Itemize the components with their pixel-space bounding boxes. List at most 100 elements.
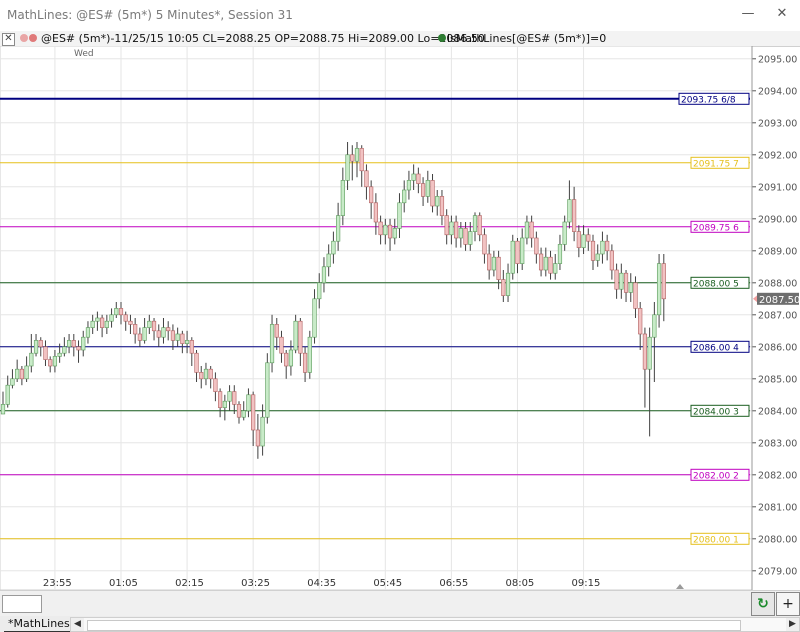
- candle-body: [638, 308, 643, 335]
- candle-body: [373, 202, 378, 223]
- candle-body: [458, 228, 463, 239]
- candle-body: [605, 240, 610, 252]
- scroll-right-icon[interactable]: ▶: [786, 618, 799, 631]
- candle-body: [345, 154, 350, 181]
- status-line: ✕ @ES# (5m*)-11/25/15 10:05 CL=2088.25 O…: [0, 31, 800, 47]
- close-icon[interactable]: ✕: [2, 33, 15, 46]
- candle-body: [81, 336, 86, 351]
- price-chart[interactable]: 2079.00 2080.00 2081.00 2082.00 2083.00 2084.…: [0, 45, 800, 591]
- candle-body: [572, 199, 577, 232]
- candle-body: [444, 215, 449, 236]
- chart-navigator-box[interactable]: [2, 595, 42, 613]
- candle-body: [553, 263, 558, 274]
- candle-body: [260, 416, 265, 447]
- candle-body: [435, 196, 440, 207]
- time-axis-label: 08:05: [505, 578, 534, 589]
- candle-body: [66, 340, 72, 348]
- math-line-label: 2082.00 2: [693, 471, 739, 481]
- price-axis-label: 2082.00: [758, 470, 797, 481]
- candle-body: [265, 362, 270, 418]
- candle-body: [557, 244, 563, 264]
- candle-body: [156, 330, 161, 338]
- candle-body: [534, 237, 539, 255]
- candle-body: [208, 368, 213, 380]
- candle-body: [586, 234, 591, 242]
- price-axis-label: 2083.00: [758, 438, 797, 449]
- time-axis-label: 09:15: [572, 578, 601, 589]
- bottom-toolbar: ↻ + *MathLines ◀ ▶: [0, 590, 800, 632]
- candle-body: [48, 359, 53, 367]
- candle-body: [62, 346, 67, 354]
- candle-body: [33, 340, 39, 354]
- candle-body: [510, 240, 515, 274]
- candle-body: [118, 308, 124, 316]
- candle-body: [642, 333, 648, 370]
- candle-body: [420, 183, 426, 197]
- candle-body: [491, 256, 496, 271]
- scroll-thumb[interactable]: [87, 620, 741, 631]
- candle-body: [0, 404, 6, 415]
- candle-body: [652, 314, 657, 338]
- minimize-button[interactable]: —: [738, 4, 758, 24]
- candle-body: [10, 378, 15, 386]
- candle-body: [15, 368, 20, 380]
- refresh-icon[interactable]: ↻: [751, 592, 775, 616]
- symbol-status-dot: [29, 34, 37, 42]
- candle[interactable]: [265, 353, 270, 424]
- candle-body: [402, 189, 407, 204]
- candle-body: [463, 228, 468, 245]
- tab-row: *MathLines ◀ ▶: [0, 616, 800, 632]
- candle-body: [170, 330, 176, 341]
- math-line-label: 2088.00 5: [693, 279, 739, 289]
- candle-body: [336, 215, 341, 242]
- price-axis-label: 2084.00: [758, 406, 797, 417]
- price-axis-label: 2091.00: [758, 182, 797, 193]
- candle-body: [128, 320, 133, 325]
- candle-body: [364, 170, 369, 188]
- price-axis-label: 2088.00: [758, 278, 797, 289]
- candle-body: [477, 215, 482, 236]
- candle-body: [656, 263, 662, 316]
- candle-body: [199, 372, 204, 380]
- scroll-left-icon[interactable]: ◀: [71, 618, 84, 631]
- math-line-label: 2091.75 7: [693, 159, 739, 169]
- candle-body: [213, 378, 218, 392]
- candle[interactable]: [510, 234, 515, 280]
- candle[interactable]: [307, 330, 312, 379]
- candle-body: [576, 231, 581, 248]
- candle-body: [326, 253, 331, 268]
- close-button[interactable]: ✕: [772, 4, 792, 24]
- time-axis-label: 02:15: [175, 578, 204, 589]
- candle-body: [147, 320, 152, 328]
- candle-body: [251, 394, 256, 431]
- time-axis-label: 23:55: [43, 578, 72, 589]
- price-axis-label: 2085.00: [758, 374, 797, 385]
- candle-body: [95, 317, 100, 322]
- candle-body: [269, 324, 275, 364]
- candle-body: [43, 346, 48, 360]
- candle-body: [397, 202, 402, 229]
- candle-body: [57, 352, 62, 357]
- candle-body: [609, 250, 614, 271]
- candle-body: [246, 394, 251, 412]
- window-title: MathLines: @ES# (5m*) 5 Minutes*, Sessio…: [7, 8, 293, 22]
- price-axis-label: 2090.00: [758, 214, 797, 225]
- candle-body: [175, 333, 180, 341]
- indicator-info-text: lsMathLines[@ES# (5m*)]=0: [447, 32, 607, 45]
- add-pane-button[interactable]: +: [776, 592, 800, 616]
- candle-body: [562, 221, 567, 245]
- time-axis-label: 06:55: [439, 578, 468, 589]
- tab-mathlines[interactable]: *MathLines: [4, 616, 74, 632]
- candle-body: [350, 154, 355, 162]
- price-axis-label: 2081.00: [758, 502, 797, 513]
- candle-body: [298, 320, 303, 354]
- candle-body: [227, 391, 232, 402]
- horizontal-scrollbar[interactable]: ◀ ▶: [70, 617, 800, 632]
- candle-body: [600, 240, 605, 255]
- chart-canvas[interactable]: 2079.00 2080.00 2081.00 2082.00 2083.00 2084.…: [0, 45, 800, 591]
- price-axis-label: 2092.00: [758, 150, 797, 161]
- candle-body: [515, 240, 520, 264]
- candle-body: [236, 404, 242, 418]
- candle-body: [288, 349, 294, 367]
- candle-body: [614, 269, 619, 290]
